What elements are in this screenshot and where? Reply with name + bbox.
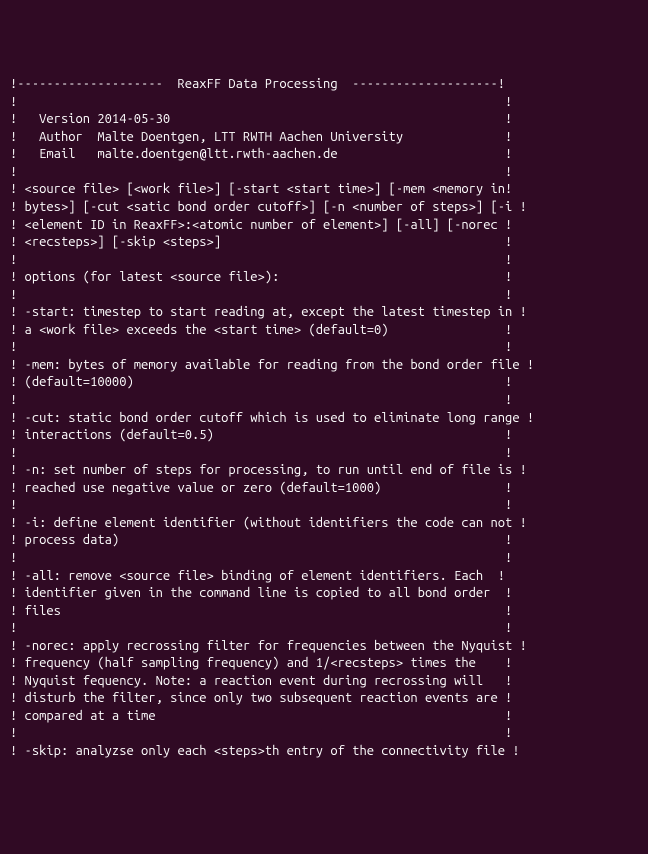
terminal-line: ! process data) ! bbox=[10, 532, 638, 550]
terminal-line: ! frequency (half sampling frequency) an… bbox=[10, 655, 638, 673]
terminal-line: ! Email malte.doentgen@ltt.rwth-aachen.d… bbox=[10, 146, 638, 164]
terminal-line: ! Version 2014-05-30 ! bbox=[10, 111, 638, 129]
terminal-line: ! Nyquist fequency. Note: a reaction eve… bbox=[10, 673, 638, 691]
terminal-line: ! ! bbox=[10, 497, 638, 515]
terminal-line: ! <element ID in ReaxFF>:<atomic number … bbox=[10, 217, 638, 235]
terminal-line: ! ! bbox=[10, 287, 638, 305]
terminal-line: ! files ! bbox=[10, 603, 638, 621]
terminal-line: ! <source file> [<work file>] [-start <s… bbox=[10, 181, 638, 199]
terminal-line: ! -norec: apply recrossing filter for fr… bbox=[10, 638, 638, 656]
terminal-line: ! ! bbox=[10, 252, 638, 270]
terminal-line: ! ! bbox=[10, 550, 638, 568]
terminal-line: ! ! bbox=[10, 392, 638, 410]
terminal-line: ! -n: set number of steps for processing… bbox=[10, 462, 638, 480]
terminal-output: !-------------------- ReaxFF Data Proces… bbox=[10, 76, 638, 760]
terminal-line: ! disturb the filter, since only two sub… bbox=[10, 690, 638, 708]
terminal-line: ! ! bbox=[10, 94, 638, 112]
terminal-line: ! -i: define element identifier (without… bbox=[10, 515, 638, 533]
terminal-line: ! options (for latest <source file>): ! bbox=[10, 269, 638, 287]
terminal-line: ! identifier given in the command line i… bbox=[10, 585, 638, 603]
terminal-line: ! ! bbox=[10, 164, 638, 182]
terminal-line: ! -skip: analyzse only each <steps>th en… bbox=[10, 743, 638, 761]
terminal-line: ! a <work file> exceeds the <start time>… bbox=[10, 322, 638, 340]
terminal-line: ! Author Malte Doentgen, LTT RWTH Aachen… bbox=[10, 129, 638, 147]
terminal-line: ! ! bbox=[10, 725, 638, 743]
terminal-line: ! -start: timestep to start reading at, … bbox=[10, 304, 638, 322]
terminal-line: ! ! bbox=[10, 445, 638, 463]
terminal-line: ! -cut: static bond order cutoff which i… bbox=[10, 410, 638, 428]
terminal-line: !-------------------- ReaxFF Data Proces… bbox=[10, 76, 638, 94]
terminal-line: ! -mem: bytes of memory available for re… bbox=[10, 357, 638, 375]
terminal-line: ! compared at a time ! bbox=[10, 708, 638, 726]
terminal-line: ! interactions (default=0.5) ! bbox=[10, 427, 638, 445]
terminal-line: ! ! bbox=[10, 620, 638, 638]
terminal-line: ! ! bbox=[10, 339, 638, 357]
terminal-line: ! bytes>] [-cut <satic bond order cutoff… bbox=[10, 199, 638, 217]
terminal-line: ! reached use negative value or zero (de… bbox=[10, 480, 638, 498]
terminal-line: ! (default=10000) ! bbox=[10, 374, 638, 392]
terminal-line: ! <recsteps>] [-skip <steps>] ! bbox=[10, 234, 638, 252]
terminal-line: ! -all: remove <source file> binding of … bbox=[10, 568, 638, 586]
